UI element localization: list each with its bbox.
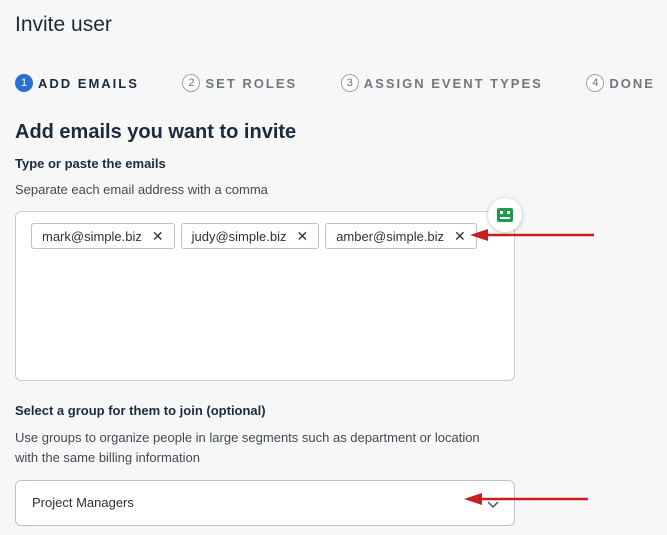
annotation-arrow-emails bbox=[470, 229, 594, 241]
email-chip-value: mark@simple.biz bbox=[42, 228, 142, 244]
email-chip-value: amber@simple.biz bbox=[336, 228, 445, 244]
group-select[interactable]: Project Managers bbox=[15, 480, 515, 526]
step-assign-event-types[interactable]: 3 ASSIGN EVENT TYPES bbox=[340, 74, 543, 92]
email-chip: amber@simple.biz ✕ bbox=[325, 223, 477, 249]
remove-email-button[interactable]: ✕ bbox=[454, 228, 466, 245]
stepper: 1 ADD EMAILS 2 SET ROLES 3 ASSIGN EVENT … bbox=[15, 73, 655, 93]
step-number: 4 bbox=[586, 74, 605, 92]
step-label: ADD EMAILS bbox=[38, 75, 139, 91]
email-chip: mark@simple.biz ✕ bbox=[31, 223, 175, 249]
step-number: 2 bbox=[182, 74, 201, 92]
page-title: Invite user bbox=[15, 13, 112, 36]
step-label: ASSIGN EVENT TYPES bbox=[363, 75, 543, 91]
group-hint-line2: with the same billing information bbox=[15, 450, 200, 465]
step-label: SET ROLES bbox=[205, 75, 298, 91]
step-set-roles[interactable]: 2 SET ROLES bbox=[182, 74, 297, 92]
email-chips: mark@simple.biz ✕ judy@simple.biz ✕ ambe… bbox=[31, 223, 477, 249]
step-add-emails[interactable]: 1 ADD EMAILS bbox=[15, 74, 139, 92]
group-label: Select a group for them to join (optiona… bbox=[15, 403, 266, 418]
group-select-value: Project Managers bbox=[32, 495, 134, 510]
email-chip: judy@simple.biz ✕ bbox=[180, 223, 320, 249]
step-number: 3 bbox=[340, 74, 359, 92]
email-input[interactable]: mark@simple.biz ✕ judy@simple.biz ✕ ambe… bbox=[15, 211, 515, 381]
step-done[interactable]: 4 DONE bbox=[586, 74, 655, 92]
remove-email-button[interactable]: ✕ bbox=[152, 228, 164, 245]
emails-hint: Separate each email address with a comma bbox=[15, 182, 268, 197]
section-title: Add emails you want to invite bbox=[15, 121, 297, 143]
email-chip-value: judy@simple.biz bbox=[191, 228, 287, 244]
group-hint-line1: Use groups to organize people in large s… bbox=[15, 430, 480, 445]
step-number: 1 bbox=[15, 74, 33, 92]
step-label: DONE bbox=[609, 75, 655, 91]
remove-email-button[interactable]: ✕ bbox=[296, 228, 308, 245]
annotation-arrow-group bbox=[464, 493, 588, 505]
emails-label: Type or paste the emails bbox=[15, 156, 166, 171]
